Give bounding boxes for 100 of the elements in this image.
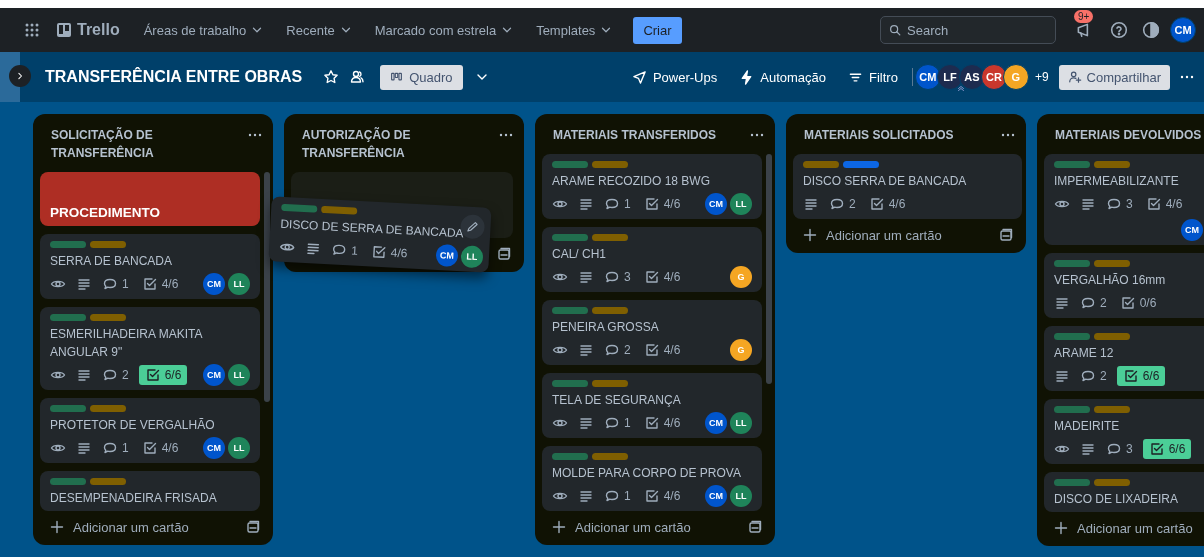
member-avatar[interactable]: CM bbox=[1170, 17, 1196, 43]
cover-card[interactable]: PROCEDIMENTO bbox=[40, 172, 260, 226]
comment-count: 1 bbox=[624, 416, 631, 430]
comment-count: 1 bbox=[122, 441, 129, 455]
more-members-count[interactable]: +9 bbox=[1034, 70, 1049, 84]
card[interactable]: ARAME 12 2 6/6 bbox=[1044, 326, 1204, 391]
member-avatar[interactable]: AS bbox=[958, 64, 985, 90]
comment-count: 3 bbox=[1126, 197, 1133, 211]
nav-menu[interactable]: Áreas de trabalho bbox=[135, 16, 273, 44]
member-avatar[interactable]: LL bbox=[730, 412, 752, 434]
comment-count: 3 bbox=[1126, 442, 1133, 456]
card[interactable]: ESMERILHADEIRA MAKITA ANGULAR 9" 2 6/6 CM LL bbox=[40, 307, 260, 390]
card[interactable]: DISCO DE LIXADEIRA bbox=[1044, 472, 1204, 512]
card[interactable]: CAL/ CH1 3 4/6 G bbox=[542, 227, 762, 292]
member-avatar[interactable]: LL bbox=[460, 245, 484, 269]
member-avatar[interactable]: CM bbox=[705, 412, 727, 434]
member-avatar[interactable]: LF bbox=[936, 64, 963, 90]
card[interactable]: MOLDE PARA CORPO DE PROVA 1 4/6 CM LL bbox=[542, 446, 762, 511]
checklist-count: 4/6 bbox=[161, 277, 179, 291]
card-title: ARAME RECOZIDO 18 BWG bbox=[552, 173, 712, 190]
comment-count: 2 bbox=[624, 343, 631, 357]
list-title[interactable]: MATERIAIS TRANSFERIDOS bbox=[553, 126, 743, 144]
comment-count: 1 bbox=[122, 277, 129, 291]
checklist-count: 4/6 bbox=[663, 197, 681, 211]
card-title: DISCO DE SERRA DE BANCADA bbox=[279, 215, 465, 243]
card-title: DISCO SERRA DE BANCADA bbox=[803, 173, 968, 190]
member-avatar[interactable]: CR bbox=[980, 64, 1007, 90]
card-title: MOLDE PARA CORPO DE PROVA bbox=[552, 465, 742, 482]
member-avatar[interactable]: LL bbox=[730, 485, 752, 507]
checklist-count: 4/6 bbox=[1165, 197, 1183, 211]
member-avatar[interactable]: CM bbox=[435, 243, 459, 268]
card[interactable]: IMPERMEABILIZANTE 3 4/6 CM bbox=[1044, 154, 1204, 245]
search-field[interactable]: Search bbox=[880, 16, 1056, 44]
card[interactable]: DISCO SERRA DE BANCADA 2 4/6 bbox=[793, 154, 1022, 219]
card[interactable]: VERGALHÃO 16mm 2 0/6 bbox=[1044, 253, 1204, 318]
card-title: CAL/ CH1 bbox=[552, 246, 608, 263]
checklist-count: 0/6 bbox=[1139, 296, 1157, 310]
card-title: PROCEDIMENTO bbox=[50, 205, 160, 220]
board-action-button[interactable]: Automação bbox=[731, 64, 834, 90]
card[interactable]: ARAME RECOZIDO 18 BWG 1 4/6 CM LL bbox=[542, 154, 762, 219]
card-title: SERRA DE BANCADA bbox=[50, 253, 174, 270]
add-card-button[interactable]: Adicionar um cartão bbox=[49, 519, 237, 535]
member-avatar[interactable]: CM bbox=[203, 273, 225, 295]
card-title: ESMERILHADEIRA MAKITA ANGULAR 9" bbox=[50, 326, 204, 361]
nav-menu[interactable]: Recente bbox=[278, 16, 361, 44]
card[interactable]: PENEIRA GROSSA 2 4/6 G bbox=[542, 300, 762, 365]
checklist-count: 6/6 bbox=[164, 368, 182, 382]
member-avatar[interactable]: CM bbox=[705, 485, 727, 507]
add-card-button[interactable]: Adicionar um cartão bbox=[1053, 520, 1204, 536]
member-avatar[interactable]: CM bbox=[203, 364, 225, 386]
trello-logo[interactable]: Trello bbox=[56, 21, 120, 39]
card-title: DISCO DE LIXADEIRA bbox=[1054, 491, 1180, 508]
card-title: DESEMPENADEIRA FRISADA bbox=[50, 490, 218, 507]
member-avatar[interactable]: LL bbox=[228, 437, 250, 459]
comment-count: 1 bbox=[350, 243, 359, 258]
member-avatar[interactable]: CM bbox=[914, 64, 941, 90]
board-action-button[interactable]: Filtro bbox=[840, 64, 906, 90]
card-title: PENEIRA GROSSA bbox=[552, 319, 660, 336]
checklist-count: 4/6 bbox=[663, 270, 681, 284]
card-title: PROTETOR DE VERGALHÃO bbox=[50, 417, 216, 434]
comment-count: 2 bbox=[849, 197, 856, 211]
card-title: MADEIRITE bbox=[1054, 418, 1121, 435]
member-avatar[interactable]: LL bbox=[730, 193, 752, 215]
board-title[interactable]: TRANSFERÊNCIA ENTRE OBRAS bbox=[45, 68, 303, 86]
comment-count: 1 bbox=[624, 489, 631, 503]
comment-count: 2 bbox=[1100, 369, 1107, 383]
board-action-button[interactable]: Power-Ups bbox=[623, 64, 726, 90]
share-button[interactable]: Compartilhar bbox=[1058, 64, 1170, 90]
list-title[interactable]: MATERIAIS SOLICITADOS bbox=[804, 126, 994, 144]
card[interactable]: SERRA DE BANCADA 1 4/6 CM LL bbox=[40, 234, 260, 299]
nav-menu[interactable]: Templates bbox=[528, 16, 622, 44]
add-card-button[interactable]: Adicionar um cartão bbox=[802, 227, 990, 243]
comment-count: 3 bbox=[624, 270, 631, 284]
card-title: ARAME 12 bbox=[1054, 345, 1115, 362]
checklist-count: 4/6 bbox=[663, 416, 681, 430]
notification-badge: 9+ bbox=[1074, 10, 1094, 23]
checklist-count: 4/6 bbox=[161, 441, 179, 455]
member-avatar[interactable]: CM bbox=[1181, 219, 1203, 241]
create-button[interactable]: Criar bbox=[633, 16, 682, 44]
card-title: TELA DE SEGURANÇA bbox=[552, 392, 682, 409]
card-title: IMPERMEABILIZANTE bbox=[1054, 173, 1180, 190]
card[interactable]: TELA DE SEGURANÇA 1 4/6 CM LL bbox=[542, 373, 762, 438]
comment-count: 2 bbox=[122, 368, 129, 382]
add-card-button[interactable]: Adicionar um cartão bbox=[551, 519, 739, 535]
member-avatar[interactable]: LL bbox=[228, 364, 250, 386]
checklist-count: 4/6 bbox=[663, 489, 681, 503]
list-title[interactable]: MATERIAIS DEVOLVIDOS bbox=[1055, 126, 1204, 144]
card[interactable]: MADEIRITE 3 6/6 bbox=[1044, 399, 1204, 464]
card[interactable]: PROTETOR DE VERGALHÃO 1 4/6 CM LL bbox=[40, 398, 260, 463]
board-view-button[interactable]: Quadro bbox=[380, 64, 463, 90]
member-avatar[interactable]: CM bbox=[203, 437, 225, 459]
member-avatar[interactable]: CM bbox=[705, 193, 727, 215]
member-avatar[interactable]: LL bbox=[228, 273, 250, 295]
list-title[interactable]: SOLICITAÇÃO DE TRANSFERÊNCIA bbox=[51, 126, 241, 162]
nav-menu[interactable]: Marcado com estrela bbox=[366, 16, 523, 44]
card[interactable]: DESEMPENADEIRA FRISADA bbox=[40, 471, 260, 511]
list-title[interactable]: AUTORIZAÇÃO DE TRANSFERÊNCIA bbox=[302, 126, 492, 162]
comment-count: 2 bbox=[1100, 296, 1107, 310]
comment-count: 1 bbox=[624, 197, 631, 211]
card-title: VERGALHÃO 16mm bbox=[1054, 272, 1167, 289]
